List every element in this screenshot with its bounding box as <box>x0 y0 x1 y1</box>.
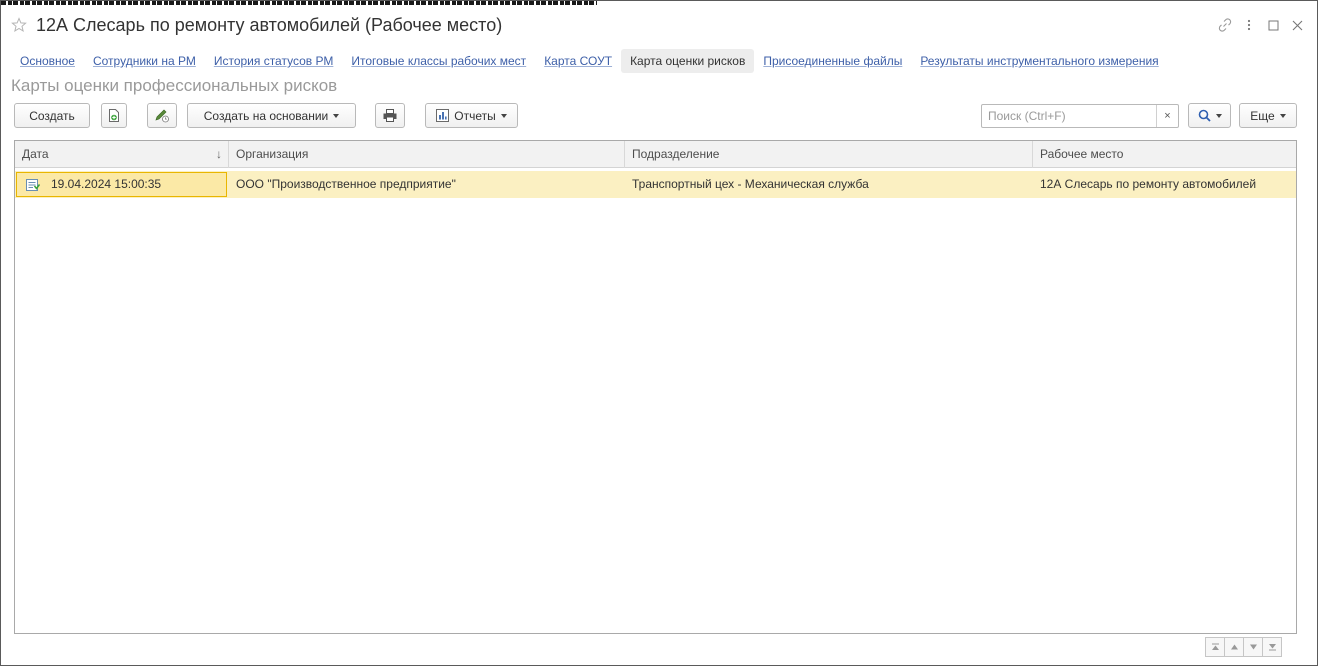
title-bar: 12А Слесарь по ремонту автомобилей (Рабо… <box>1 7 1317 41</box>
more-vertical-icon[interactable] <box>1237 15 1261 35</box>
favorite-star-icon[interactable] <box>11 17 27 33</box>
date-cell[interactable]: 19.04.2024 15:00:35 <box>16 172 227 197</box>
search-icon <box>1198 109 1211 122</box>
background-window-edge <box>1 1 601 5</box>
search-options-dropdown[interactable] <box>1188 103 1231 128</box>
more-dropdown[interactable]: Еще <box>1239 103 1297 128</box>
copy-document-icon <box>109 109 119 122</box>
scroll-down-icon[interactable] <box>1243 637 1263 657</box>
tab-bar: Основное Сотрудники на РМ История статус… <box>11 47 1168 75</box>
scroll-top-icon[interactable] <box>1205 637 1225 657</box>
chevron-down-icon <box>1279 113 1286 118</box>
tab-main[interactable]: Основное <box>11 49 84 73</box>
scroll-bottom-icon[interactable] <box>1262 637 1282 657</box>
reports-label: Отчеты <box>454 108 496 123</box>
tab-risk-assessment[interactable]: Карта оценки рисков <box>621 49 755 73</box>
toolbar: Создать Создать на основании Отчеты Поис… <box>14 103 1305 129</box>
column-header-date-label: Дата <box>22 147 49 161</box>
tab-final-classes[interactable]: Итоговые классы рабочих мест <box>342 49 535 73</box>
document-posted-icon <box>26 179 40 191</box>
clear-search-button[interactable]: × <box>1156 105 1178 127</box>
close-icon[interactable] <box>1285 15 1309 35</box>
create-based-on-dropdown[interactable]: Создать на основании <box>187 103 356 128</box>
window-title: 12А Слесарь по ремонту автомобилей (Рабо… <box>36 15 503 35</box>
chevron-down-icon <box>333 113 340 118</box>
tab-sout-card[interactable]: Карта СОУТ <box>535 49 621 73</box>
table-header: Дата ↓ Организация Подразделение Рабочее… <box>15 141 1296 168</box>
column-header-department[interactable]: Подразделение <box>625 141 1033 168</box>
link-icon[interactable] <box>1213 15 1237 35</box>
column-header-workplace[interactable]: Рабочее место <box>1033 141 1296 168</box>
organization-cell[interactable]: ООО "Производственное предприятие" <box>229 171 625 198</box>
printer-icon <box>383 109 397 122</box>
tab-measurement-results[interactable]: Результаты инструментального измерения <box>911 49 1167 73</box>
table-row[interactable]: 19.04.2024 15:00:35 ООО "Производственно… <box>15 171 1296 198</box>
pencil-icon <box>155 109 169 123</box>
create-button[interactable]: Создать <box>14 103 90 128</box>
column-header-organization[interactable]: Организация <box>229 141 625 168</box>
search-input[interactable] <box>982 105 1152 127</box>
column-header-date[interactable]: Дата ↓ <box>15 141 229 168</box>
create-button-label: Создать <box>29 108 75 123</box>
list-navigation <box>1205 637 1282 657</box>
search-box: × <box>981 104 1179 128</box>
maximize-icon[interactable] <box>1261 15 1285 35</box>
copy-button[interactable] <box>101 103 127 128</box>
sort-descending-icon: ↓ <box>216 147 222 161</box>
section-title: Карты оценки профессиональных рисков <box>11 76 338 95</box>
date-value: 19.04.2024 15:00:35 <box>51 177 162 191</box>
edit-button[interactable] <box>147 103 177 128</box>
print-button[interactable] <box>375 103 405 128</box>
tab-status-history[interactable]: История статусов РМ <box>205 49 343 73</box>
tab-employees[interactable]: Сотрудники на РМ <box>84 49 205 73</box>
report-chart-icon <box>436 109 450 122</box>
chevron-down-icon <box>500 113 507 118</box>
workplace-cell[interactable]: 12А Слесарь по ремонту автомобилей <box>1033 171 1296 198</box>
reports-dropdown[interactable]: Отчеты <box>425 103 518 128</box>
form-window: 12А Слесарь по ремонту автомобилей (Рабо… <box>0 0 1318 666</box>
scroll-up-icon[interactable] <box>1224 637 1244 657</box>
create-based-on-label: Создать на основании <box>203 108 329 123</box>
department-cell[interactable]: Транспортный цех - Механическая служба <box>625 171 1033 198</box>
tab-attached-files[interactable]: Присоединенные файлы <box>754 49 911 73</box>
more-label: Еще <box>1250 108 1275 123</box>
window-controls <box>1213 15 1309 35</box>
chevron-down-icon <box>1215 113 1222 118</box>
risk-cards-table: Дата ↓ Организация Подразделение Рабочее… <box>14 140 1297 634</box>
